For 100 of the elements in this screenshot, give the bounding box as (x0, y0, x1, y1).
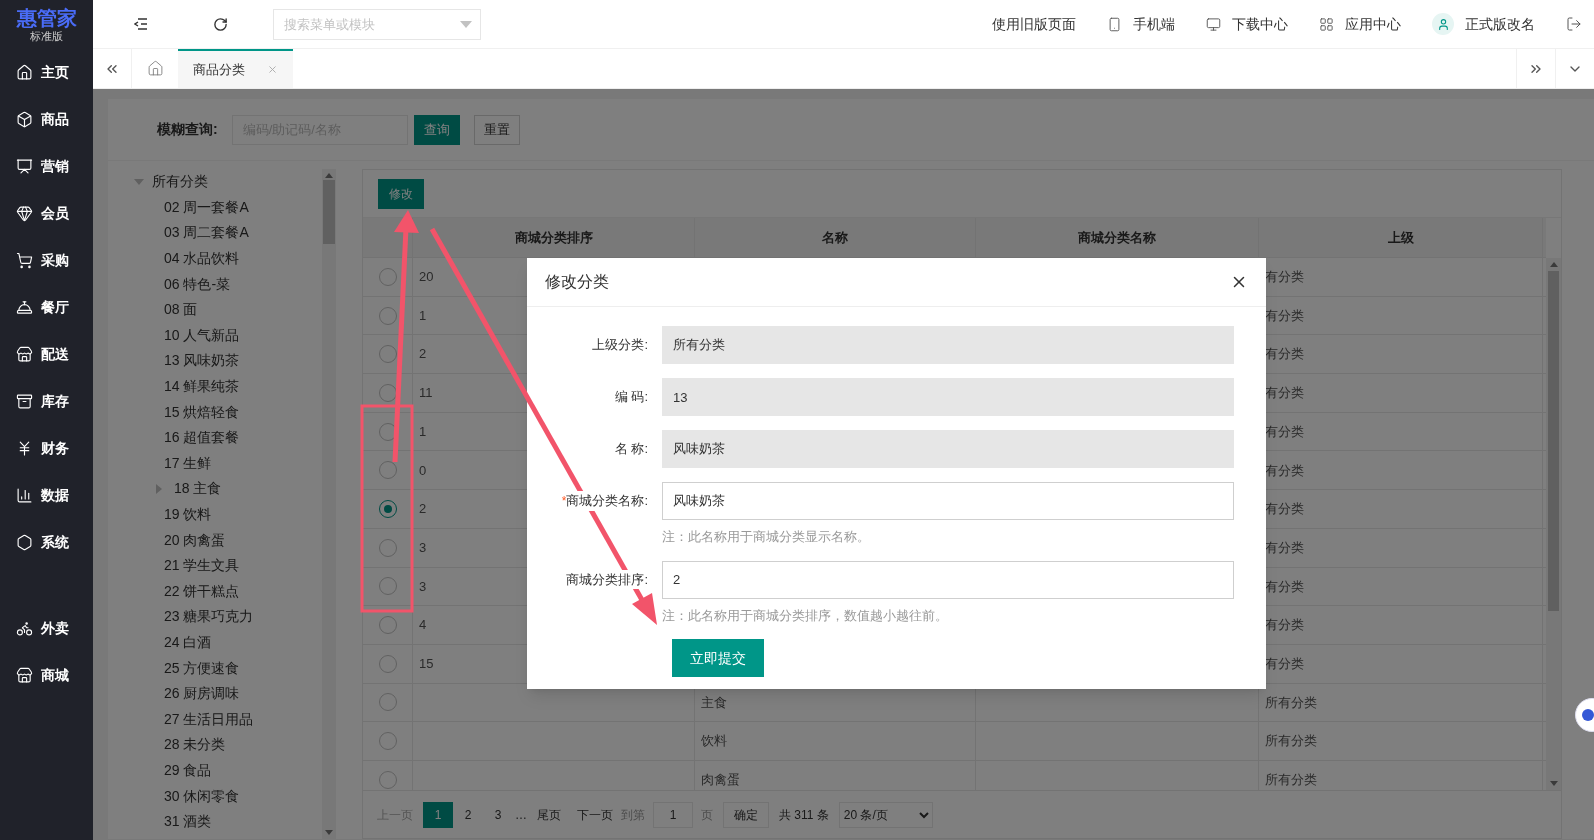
tree-item[interactable]: 23 糖果巧克力 (164, 606, 254, 628)
collapse-menu-icon[interactable] (134, 18, 148, 30)
tree-item[interactable]: 20 肉禽蛋 (164, 529, 226, 551)
sidebar-item[interactable]: 营销 (41, 156, 69, 177)
page-field[interactable]: 1 (653, 801, 693, 828)
sidebar-item[interactable]: 配送 (41, 344, 69, 365)
form-field[interactable]: 2 (662, 560, 1234, 599)
page-size-select[interactable]: 20 条/页 (838, 801, 933, 828)
header-link[interactable]: 下载中心 (1232, 13, 1288, 35)
table-cell-text: 主食 (701, 693, 727, 712)
table-cell-text: 所有分类 (1265, 771, 1317, 790)
scroll-down-icon[interactable] (1549, 781, 1558, 786)
tree-item[interactable]: 28 未分类 (164, 734, 226, 756)
table-cell-text: 有分类 (1265, 461, 1304, 480)
sidebar-item[interactable]: 餐厅 (41, 297, 69, 318)
reset-button[interactable]: 重置 (473, 114, 520, 145)
sidebar-item[interactable]: 主页 (41, 62, 69, 83)
tree-item[interactable]: 25 方便速食 (164, 657, 240, 679)
table-cell-text: 3 (419, 538, 427, 557)
tree-item[interactable]: 13 风味奶茶 (164, 350, 240, 372)
table-cell-text: 有分类 (1265, 345, 1304, 364)
tree-item[interactable]: 14 鲜果纯茶 (164, 376, 240, 398)
edition-label: 标准版 (30, 29, 63, 43)
tree-item[interactable]: 03 周二套餐A (164, 222, 249, 244)
tree-item[interactable]: 31 酒类 (164, 811, 212, 833)
last-page-link[interactable]: 尾页 (529, 805, 569, 824)
monitor-icon (1206, 16, 1221, 32)
tree-item[interactable]: 21 学生文具 (164, 555, 240, 577)
page-number[interactable]: 2 (453, 801, 483, 828)
tree-item[interactable]: 16 超值套餐 (164, 427, 240, 449)
sidebar-item[interactable]: 商城 (41, 665, 69, 686)
bell-icon (16, 299, 33, 316)
table-cell-text: 有分类 (1265, 538, 1304, 557)
tree-item[interactable]: 所有分类 (152, 171, 208, 193)
tree-item[interactable]: 02 周一套餐A (164, 196, 249, 218)
sidebar-item[interactable]: 财务 (41, 438, 69, 459)
table-cell-text: 15 (419, 654, 434, 673)
next-page-link[interactable]: 下一页 (569, 805, 621, 824)
sidebar-item[interactable]: 商品 (41, 109, 69, 130)
tree-item[interactable]: 24 白酒 (164, 632, 212, 653)
tree-item[interactable]: 04 水品饮料 (164, 248, 240, 270)
query-button[interactable]: 查询 (413, 114, 460, 145)
sidebar-item[interactable]: 数据 (41, 485, 69, 506)
tree-item[interactable]: 17 生鲜 (164, 452, 212, 474)
grid-icon (1319, 16, 1334, 32)
expand-arrow-icon[interactable] (156, 483, 162, 494)
form-field[interactable]: 风味奶茶 (662, 482, 1234, 520)
header-link[interactable]: 应用中心 (1345, 13, 1401, 35)
menu-search-field[interactable]: 搜索菜单或模块 (273, 8, 481, 40)
sidebar-item[interactable]: 系统 (41, 532, 69, 553)
page-tab[interactable]: 商品分类 (178, 49, 293, 88)
header-link[interactable]: 手机端 (1133, 13, 1175, 35)
home-icon (16, 64, 33, 81)
tree-item[interactable]: 26 厨房调味 (164, 683, 240, 705)
form-field[interactable]: 风味奶茶 (662, 430, 1234, 468)
tree-item[interactable]: 27 生活日用品 (164, 708, 254, 730)
scrollbar-thumb[interactable] (323, 180, 335, 244)
logout-icon[interactable] (1566, 16, 1582, 32)
logo[interactable]: 惠管家 (16, 6, 77, 29)
tree-item[interactable]: 10 人气新品 (164, 324, 240, 346)
tree-item[interactable]: 15 烘焙轻食 (164, 401, 240, 423)
scrollbar-thumb[interactable] (1548, 271, 1559, 611)
sidebar-item[interactable]: 会员 (41, 203, 69, 224)
header-link[interactable]: 使用旧版页面 (992, 13, 1076, 35)
home-icon[interactable] (146, 60, 164, 77)
tree-item[interactable]: 19 饮料 (164, 504, 212, 525)
page-number[interactable]: 1 (423, 801, 453, 828)
table-cell-text: 20 (419, 268, 434, 287)
tree-item[interactable]: 29 食品 (164, 759, 212, 781)
confirm-button[interactable]: 确定 (723, 801, 769, 828)
tree-item[interactable]: 18 主食 (174, 478, 222, 500)
scrollbar[interactable] (322, 169, 336, 839)
user-avatar[interactable] (1432, 13, 1454, 35)
refresh-icon[interactable] (213, 16, 228, 32)
tree-item[interactable]: 06 特色-菜 (164, 273, 231, 295)
header-link[interactable]: 正式版改名 (1465, 13, 1535, 35)
field-note: 注：此名称用于商城分类显示名称。 (662, 528, 871, 546)
tree-item[interactable]: 08 面 (164, 299, 198, 321)
phone-icon (1107, 16, 1122, 32)
expand-arrow-icon[interactable] (134, 178, 144, 185)
scroll-down-icon[interactable] (325, 830, 333, 835)
sidebar-item[interactable]: 采购 (41, 250, 69, 271)
form-field[interactable]: 所有分类 (662, 326, 1234, 364)
sidebar-item[interactable]: 外卖 (41, 618, 69, 639)
edit-button[interactable]: 修改 (378, 178, 424, 209)
table-cell-text: 有分类 (1265, 384, 1304, 403)
form-field[interactable]: 13 (662, 378, 1234, 416)
chart-board-icon (16, 158, 33, 175)
table-cell-text: 4 (419, 616, 427, 635)
column-header: 上级 (1387, 228, 1414, 247)
hexagon-icon (16, 534, 33, 551)
tree-item[interactable]: 22 饼干糕点 (164, 580, 240, 602)
submit-button[interactable]: 立即提交 (672, 639, 764, 677)
page-number[interactable]: 3 (483, 801, 513, 828)
cart-icon (16, 252, 33, 269)
sidebar-item[interactable]: 库存 (41, 391, 69, 412)
tree-item[interactable]: 30 休闲零食 (164, 785, 240, 807)
scrollbar[interactable] (1546, 258, 1561, 790)
scroll-up-icon[interactable] (325, 173, 333, 178)
scroll-up-icon[interactable] (1549, 262, 1558, 267)
